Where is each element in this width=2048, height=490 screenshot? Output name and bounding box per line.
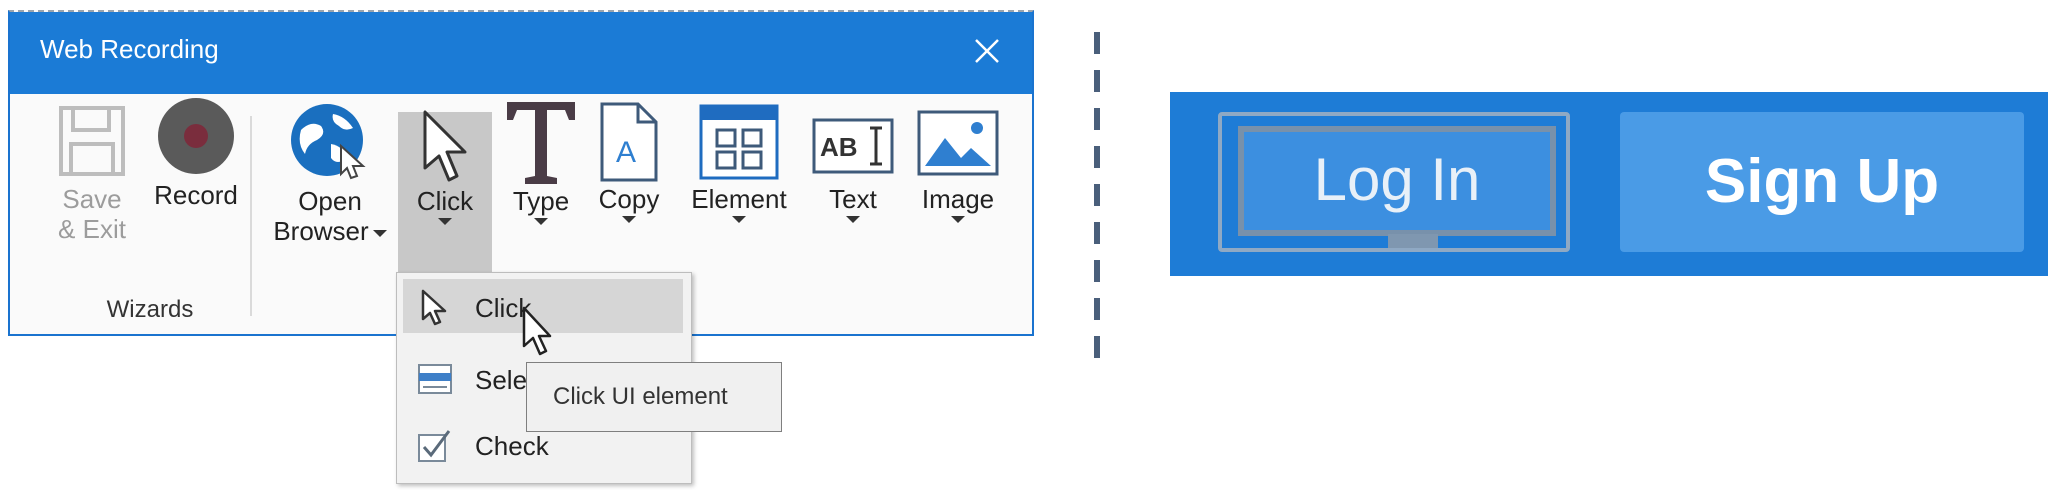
chevron-down-icon — [534, 218, 548, 225]
menu-item-label: Check — [475, 431, 549, 461]
image-label: Image — [921, 184, 995, 214]
text-button[interactable]: AB Text — [810, 114, 896, 223]
close-icon[interactable] — [968, 32, 1006, 70]
copy-label: Copy — [598, 184, 660, 214]
element-label: Element — [691, 184, 787, 214]
chevron-down-icon — [438, 218, 452, 225]
image-button[interactable]: Image — [908, 110, 1008, 223]
window-title: Web Recording — [40, 34, 219, 64]
chevron-down-icon — [622, 216, 636, 223]
dashed-divider — [1094, 32, 1100, 372]
login-button[interactable]: Log In — [1238, 126, 1556, 236]
checkbox-icon — [418, 430, 451, 462]
open-browser-line2: Browser — [273, 216, 369, 246]
ribbon-separator — [250, 116, 252, 316]
record-icon — [158, 98, 234, 174]
save-icon — [59, 106, 125, 176]
title-bar: Web Recording — [10, 12, 1032, 94]
cursor-icon — [421, 289, 447, 326]
web-page-preview: Log In Sign Up — [1170, 92, 2048, 276]
svg-text:AB: AB — [820, 132, 858, 162]
chevron-down-icon — [732, 216, 746, 223]
record-button[interactable]: Record — [146, 96, 246, 210]
element-grid-icon — [699, 104, 779, 180]
cursor-icon — [423, 110, 467, 182]
type-button[interactable]: Type — [502, 98, 580, 225]
element-button[interactable]: Element — [680, 104, 798, 223]
copy-document-icon: A — [600, 102, 658, 182]
open-browser-button[interactable]: Open Browser — [268, 100, 392, 246]
save-label-line2: & Exit — [58, 214, 126, 244]
click-label: Click — [416, 186, 474, 216]
chevron-down-icon — [372, 229, 387, 237]
type-text-icon — [507, 102, 575, 184]
highlight-tab — [1388, 234, 1438, 248]
mouse-pointer-icon — [522, 306, 552, 356]
signup-button[interactable]: Sign Up — [1620, 112, 2024, 252]
menu-item-label: Sele — [475, 365, 528, 395]
text-label: Text — [829, 184, 877, 214]
wizards-group-label: Wizards — [106, 296, 194, 323]
text-field-icon: AB — [812, 118, 894, 174]
chevron-down-icon — [951, 216, 965, 223]
open-browser-line1: Open — [298, 186, 362, 216]
type-label: Type — [512, 186, 570, 216]
chevron-down-icon — [846, 216, 860, 223]
save-exit-button[interactable]: Save & Exit — [48, 104, 136, 244]
tooltip: Click UI element — [526, 362, 782, 432]
image-icon — [917, 110, 999, 176]
save-label-line1: Save — [62, 184, 122, 214]
svg-text:A: A — [616, 136, 636, 169]
click-button-content[interactable]: Click — [398, 108, 492, 225]
select-list-icon — [418, 364, 452, 394]
copy-button[interactable]: A Copy — [588, 100, 670, 223]
record-label: Record — [154, 180, 238, 210]
globe-icon — [291, 104, 366, 180]
